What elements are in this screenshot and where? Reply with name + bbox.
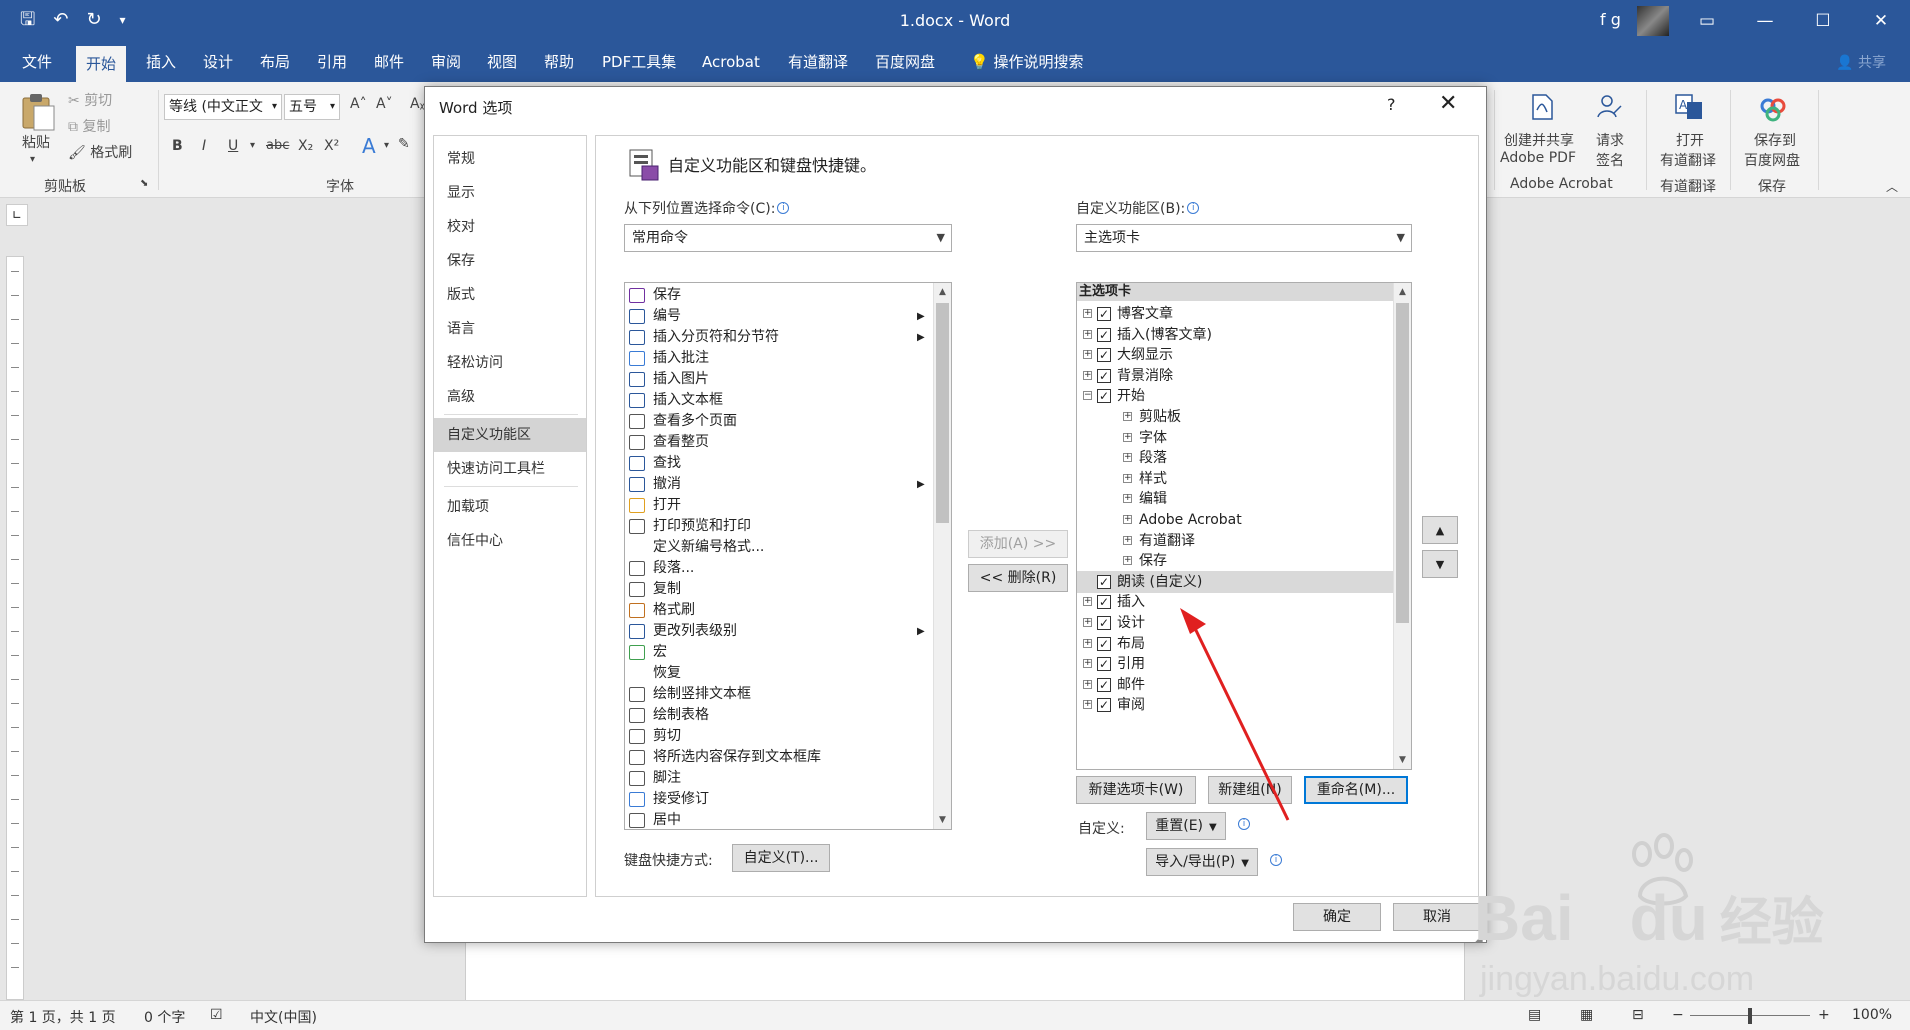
annotation-arrow-head bbox=[1180, 608, 1206, 634]
annotation-arrow bbox=[1180, 608, 1290, 821]
annotation-arrow-line bbox=[1188, 617, 1290, 821]
